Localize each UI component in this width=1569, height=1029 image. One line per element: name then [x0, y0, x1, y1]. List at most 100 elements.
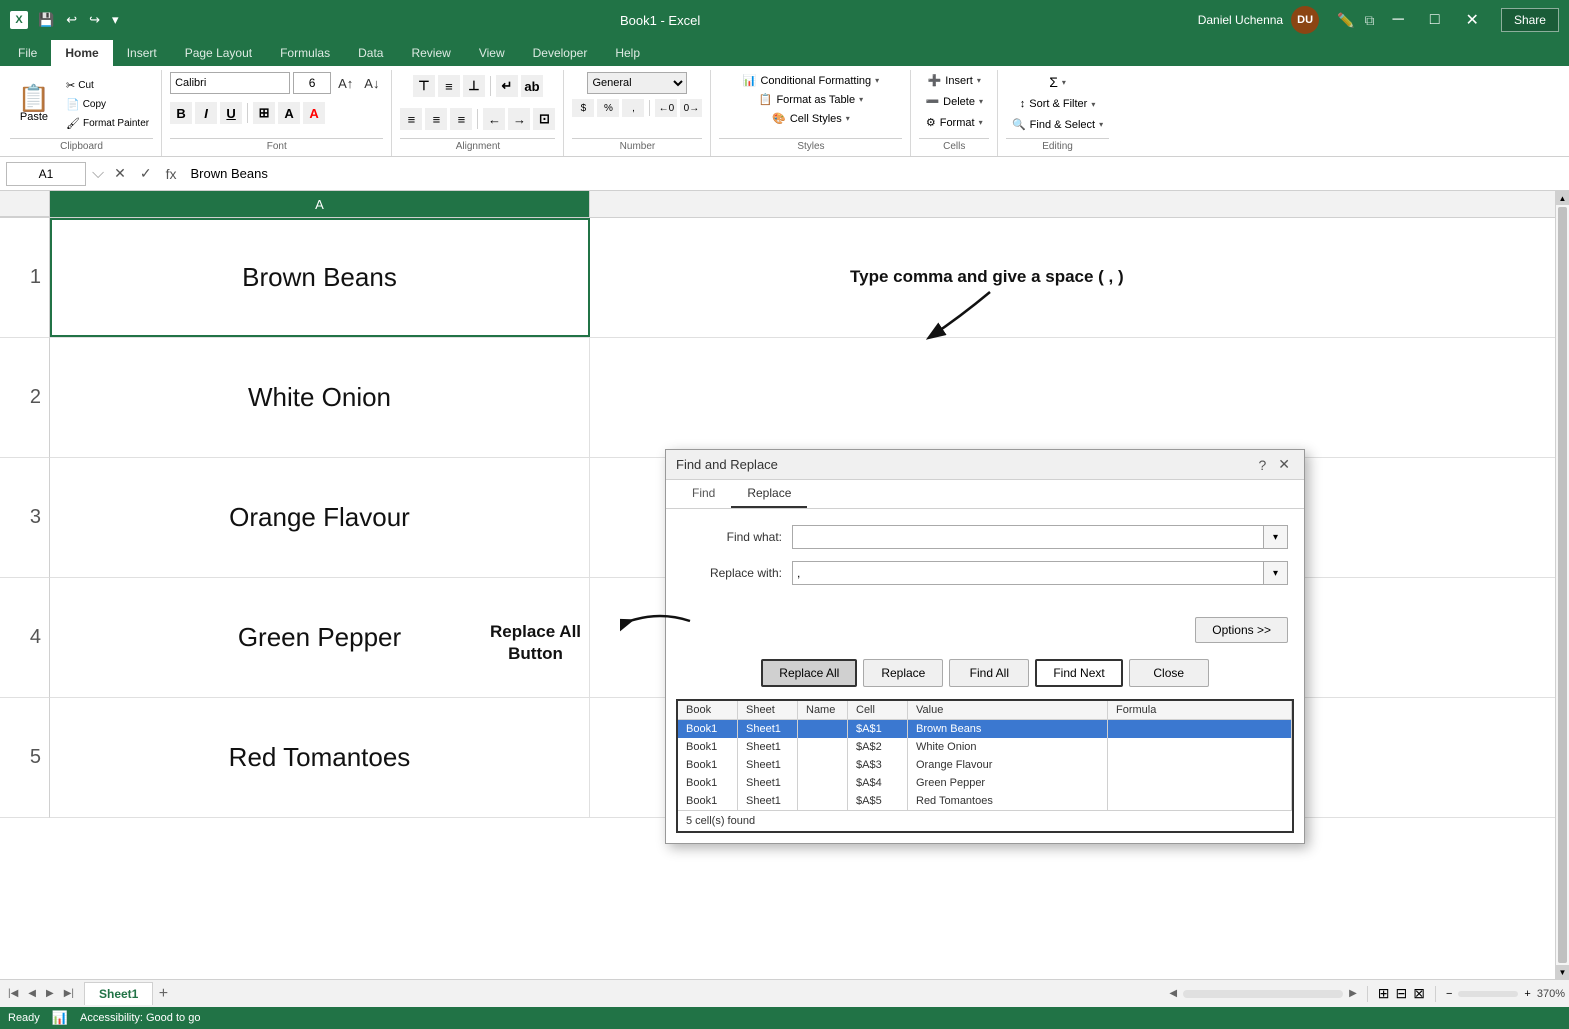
minimize-button[interactable]: ─: [1385, 7, 1412, 33]
increase-indent-button[interactable]: →: [508, 108, 530, 130]
close-button[interactable]: ✕: [1458, 6, 1487, 34]
percent-button[interactable]: %: [597, 99, 619, 117]
decrease-decimal-button[interactable]: ←0: [655, 99, 677, 117]
autosum-button[interactable]: Σ ▾: [1043, 72, 1072, 92]
cancel-formula-icon[interactable]: ✕: [110, 163, 130, 184]
maximize-button[interactable]: □: [1422, 7, 1448, 33]
find-what-dropdown-button[interactable]: ▾: [1264, 525, 1288, 549]
find-what-input[interactable]: [792, 525, 1264, 549]
expand-formula-bar-button[interactable]: ⌵: [92, 165, 104, 183]
bold-button[interactable]: B: [170, 102, 192, 124]
format-painter-button[interactable]: 🖌 Format Painter: [62, 115, 153, 132]
align-top-button[interactable]: ⊤: [413, 75, 435, 97]
tab-view[interactable]: View: [465, 40, 519, 66]
italic-button[interactable]: I: [195, 102, 217, 124]
cut-button[interactable]: ✂ Cut: [62, 77, 153, 94]
cell-a3[interactable]: Orange Flavour: [50, 458, 590, 577]
dialog-close-button[interactable]: ✕: [1274, 456, 1294, 473]
number-format-select[interactable]: General Number Currency Date: [587, 72, 687, 94]
result-row-5[interactable]: Book1 Sheet1 $A$5 Red Tomantoes: [678, 792, 1292, 810]
insert-cells-button[interactable]: ➕ Insert ▾: [922, 72, 987, 89]
sort-filter-button[interactable]: ↕ Sort & Filter ▾: [1014, 96, 1102, 112]
wrap-text-button[interactable]: ↵: [496, 75, 518, 97]
nav-last-sheet[interactable]: ▶|: [60, 986, 78, 1001]
share-button[interactable]: Share: [1501, 8, 1559, 32]
replace-button[interactable]: Replace: [863, 659, 943, 687]
result-row-2[interactable]: Book1 Sheet1 $A$2 White Onion: [678, 738, 1292, 756]
page-layout-view-button[interactable]: ⊟: [1396, 985, 1408, 1002]
increase-decimal-button[interactable]: 0→: [680, 99, 702, 117]
font-color-button[interactable]: A: [303, 102, 325, 124]
row-header-5[interactable]: 5: [0, 698, 50, 818]
decrease-indent-button[interactable]: ←: [483, 108, 505, 130]
font-size-input[interactable]: [293, 72, 331, 94]
currency-button[interactable]: $: [572, 99, 594, 117]
tab-insert[interactable]: Insert: [113, 40, 171, 66]
comma-button[interactable]: ,: [622, 99, 644, 117]
format-as-table-button[interactable]: 📋 Format as Table ▾: [753, 91, 869, 108]
tab-home[interactable]: Home: [51, 40, 112, 66]
borders-button[interactable]: ⊞: [253, 102, 275, 124]
sheet-tab-sheet1[interactable]: Sheet1: [84, 982, 153, 1005]
merge-center-button[interactable]: ⊡: [533, 108, 555, 130]
dialog-help-button[interactable]: ?: [1258, 457, 1266, 473]
paste-button[interactable]: 📋 Paste: [10, 81, 58, 127]
fill-color-button[interactable]: A: [278, 102, 300, 124]
add-sheet-button[interactable]: +: [153, 984, 173, 1004]
cell-reference-box[interactable]: [6, 162, 86, 186]
increase-font-size-button[interactable]: A↑: [334, 74, 357, 93]
orientation-button[interactable]: ab: [521, 75, 543, 97]
zoom-slider[interactable]: [1458, 991, 1518, 997]
replace-all-button[interactable]: Replace All: [761, 659, 857, 687]
nav-next-sheet[interactable]: ▶: [42, 986, 58, 1001]
page-break-view-button[interactable]: ⊠: [1413, 985, 1425, 1002]
font-name-input[interactable]: [170, 72, 290, 94]
cell-a5[interactable]: Red Tomantoes: [50, 698, 590, 817]
h-scroll-left[interactable]: ◀: [1169, 988, 1177, 999]
scroll-down-button[interactable]: ▼: [1556, 965, 1569, 979]
tab-review[interactable]: Review: [397, 40, 464, 66]
dialog-tab-replace[interactable]: Replace: [731, 480, 807, 508]
align-bottom-button[interactable]: ⊥: [463, 75, 485, 97]
redo-button[interactable]: ↪: [85, 10, 104, 30]
tab-developer[interactable]: Developer: [519, 40, 602, 66]
scroll-up-button[interactable]: ▲: [1556, 191, 1569, 205]
align-center-button[interactable]: ≡: [425, 108, 447, 130]
align-middle-button[interactable]: ≡: [438, 75, 460, 97]
customize-quick-access[interactable]: ▾: [108, 10, 123, 30]
tab-page-layout[interactable]: Page Layout: [171, 40, 266, 66]
nav-prev-sheet[interactable]: ◀: [24, 986, 40, 1001]
cell-styles-button[interactable]: 🎨 Cell Styles ▾: [766, 110, 856, 127]
conditional-formatting-button[interactable]: 📊 Conditional Formatting ▾: [737, 72, 885, 89]
close-dialog-button[interactable]: Close: [1129, 659, 1209, 687]
zoom-in-button[interactable]: +: [1524, 988, 1530, 1000]
underline-button[interactable]: U: [220, 102, 242, 124]
normal-view-button[interactable]: ⊞: [1378, 985, 1390, 1002]
tab-file[interactable]: File: [4, 40, 51, 66]
formula-input[interactable]: [187, 162, 1564, 186]
pen-icon[interactable]: ✏️: [1337, 12, 1354, 29]
h-scroll-right[interactable]: ▶: [1349, 988, 1357, 999]
row-header-4[interactable]: 4: [0, 578, 50, 698]
copy-button[interactable]: 📄 Copy: [62, 96, 153, 113]
find-all-button[interactable]: Find All: [949, 659, 1029, 687]
result-row-3[interactable]: Book1 Sheet1 $A$3 Orange Flavour: [678, 756, 1292, 774]
format-cells-button[interactable]: ⚙ Format ▾: [920, 114, 989, 131]
cell-a2[interactable]: White Onion: [50, 338, 590, 457]
decrease-font-size-button[interactable]: A↓: [360, 74, 383, 93]
horizontal-scrollbar[interactable]: [1183, 990, 1343, 998]
row-header-2[interactable]: 2: [0, 338, 50, 458]
align-right-button[interactable]: ≡: [450, 108, 472, 130]
replace-with-dropdown-button[interactable]: ▾: [1264, 561, 1288, 585]
vertical-scrollbar[interactable]: ▲ ▼: [1555, 191, 1569, 979]
find-select-button[interactable]: 🔍 Find & Select ▾: [1006, 116, 1109, 133]
cell-a4[interactable]: Green Pepper: [50, 578, 590, 697]
result-row-4[interactable]: Book1 Sheet1 $A$4 Green Pepper: [678, 774, 1292, 792]
replace-with-input[interactable]: [792, 561, 1264, 585]
scroll-thumb[interactable]: [1558, 207, 1567, 963]
zoom-out-button[interactable]: −: [1446, 988, 1452, 1000]
nav-first-sheet[interactable]: |◀: [4, 986, 22, 1001]
delete-cells-button[interactable]: ➖ Delete ▾: [919, 93, 989, 110]
tab-formulas[interactable]: Formulas: [266, 40, 344, 66]
insert-function-icon[interactable]: fx: [162, 164, 181, 184]
